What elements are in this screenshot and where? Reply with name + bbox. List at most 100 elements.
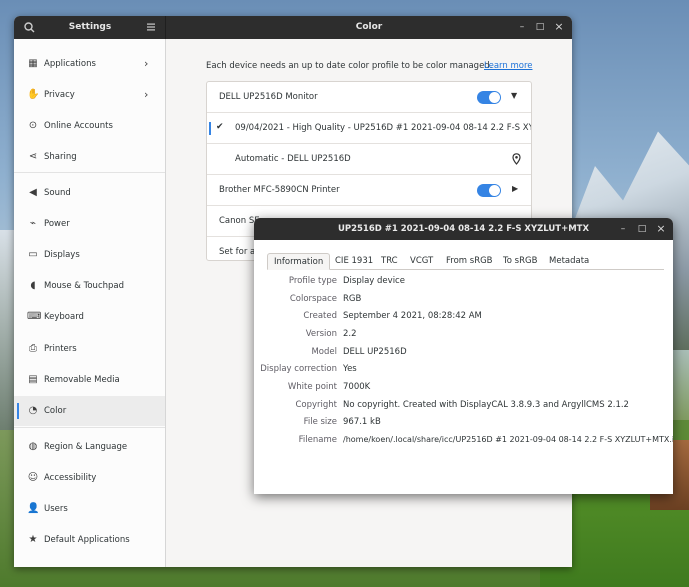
device-row-printer[interactable]: Brother MFC-5890CN Printer ▶ bbox=[207, 175, 531, 206]
info-key: White point bbox=[287, 382, 337, 392]
info-key: Filename bbox=[298, 435, 337, 445]
sidebar-item-label: Printers bbox=[44, 344, 77, 354]
sidebar-item-label: Privacy bbox=[44, 90, 75, 100]
accounts-icon: ⊙ bbox=[28, 120, 38, 131]
settings-titlebar: Settings Color – □ × bbox=[14, 16, 572, 39]
info-key: Display correction bbox=[260, 364, 337, 374]
tab-from-srgb[interactable]: From sRGB bbox=[446, 253, 493, 270]
minimize-button[interactable]: – bbox=[617, 223, 629, 235]
sidebar-item-power[interactable]: ⌁ Power bbox=[14, 209, 165, 239]
maximize-button[interactable]: □ bbox=[534, 21, 546, 33]
accessibility-icon: ☺ bbox=[27, 472, 39, 483]
globe-icon: ◍ bbox=[28, 441, 38, 452]
hamburger-menu-icon[interactable] bbox=[146, 22, 156, 32]
sidebar-item-label: Mouse & Touchpad bbox=[44, 281, 125, 291]
star-icon: ★ bbox=[28, 534, 38, 545]
grid-icon: ▦ bbox=[28, 58, 38, 69]
selection-indicator bbox=[17, 403, 19, 419]
sidebar-item-privacy[interactable]: ✋ Privacy › bbox=[14, 80, 165, 110]
info-value: No copyright. Created with DisplayCAL 3.… bbox=[343, 400, 629, 410]
monitor-toggle[interactable] bbox=[477, 91, 501, 104]
maximize-button[interactable]: □ bbox=[636, 223, 648, 235]
info-key: File size bbox=[303, 417, 337, 427]
sidebar: ▦ Applications › ✋ Privacy › ⊙ Online Ac… bbox=[14, 39, 166, 567]
tab-vcgt[interactable]: VCGT bbox=[410, 253, 433, 270]
hand-icon: ✋ bbox=[27, 89, 40, 100]
sidebar-item-mouse-touchpad[interactable]: ◖ Mouse & Touchpad bbox=[14, 271, 165, 301]
sidebar-item-keyboard[interactable]: ⌨ Keyboard bbox=[14, 302, 165, 332]
sidebar-separator bbox=[14, 172, 165, 173]
chevron-right-icon: › bbox=[144, 57, 149, 70]
device-row-monitor[interactable]: DELL UP2516D Monitor ▼ bbox=[207, 82, 531, 113]
dialog-title: UP2516D #1 2021-09-04 08-14 2.2 F-S XYZL… bbox=[337, 224, 590, 234]
info-value: September 4 2021, 08:28:42 AM bbox=[343, 311, 482, 321]
sidebar-separator bbox=[14, 427, 165, 428]
info-row: Version 2.2 bbox=[254, 326, 673, 343]
sidebar-item-label: Default Applications bbox=[44, 535, 130, 545]
display-icon: ▭ bbox=[28, 249, 38, 260]
tab-to-srgb[interactable]: To sRGB bbox=[503, 253, 537, 270]
learn-more-link[interactable]: Learn more bbox=[484, 61, 532, 71]
sidebar-item-sharing[interactable]: ⋖ Sharing bbox=[14, 142, 165, 172]
sidebar-item-accessibility[interactable]: ☺ Accessibility bbox=[14, 463, 165, 493]
info-key: Profile type bbox=[288, 276, 337, 286]
chevron-right-icon[interactable]: ▶ bbox=[512, 184, 518, 193]
speaker-icon: ◀ bbox=[29, 187, 37, 198]
sidebar-item-label: Online Accounts bbox=[44, 121, 113, 131]
sidebar-item-label: Sound bbox=[44, 188, 71, 198]
dialog-titlebar: UP2516D #1 2021-09-04 08-14 2.2 F-S XYZL… bbox=[254, 218, 673, 240]
page-title: Color bbox=[355, 22, 383, 32]
info-key: Created bbox=[303, 311, 337, 321]
info-key: Version bbox=[305, 329, 337, 339]
info-row: Created September 4 2021, 08:28:42 AM bbox=[254, 308, 673, 325]
info-row: Copyright No copyright. Created with Dis… bbox=[254, 397, 673, 414]
sidebar-item-label: Displays bbox=[44, 250, 80, 260]
sidebar-item-displays[interactable]: ▭ Displays bbox=[14, 240, 165, 270]
printer-toggle[interactable] bbox=[477, 184, 501, 197]
info-value: 7000K bbox=[343, 382, 371, 392]
sidebar-item-applications[interactable]: ▦ Applications › bbox=[14, 49, 165, 79]
sidebar-item-label: Keyboard bbox=[44, 312, 84, 322]
info-row: Display correction Yes bbox=[254, 361, 673, 378]
location-icon bbox=[512, 153, 521, 165]
sidebar-item-label: Sharing bbox=[44, 152, 77, 162]
dialog-tabs: Information CIE 1931 TRC VCGT From sRGB … bbox=[267, 253, 664, 270]
sidebar-item-printers[interactable]: ⎙ Printers bbox=[14, 334, 165, 364]
sidebar-item-label: Power bbox=[44, 219, 70, 229]
keyboard-icon: ⌨ bbox=[27, 311, 42, 322]
sidebar-item-online-accounts[interactable]: ⊙ Online Accounts bbox=[14, 111, 165, 141]
sidebar-item-color[interactable]: ◔ Color bbox=[14, 396, 165, 426]
device-label: DELL UP2516D Monitor bbox=[219, 92, 318, 102]
info-value: Yes bbox=[343, 364, 357, 374]
sidebar-item-label: Removable Media bbox=[44, 375, 120, 385]
close-button[interactable]: × bbox=[553, 21, 565, 33]
check-icon: ✔ bbox=[216, 122, 224, 132]
sidebar-item-users[interactable]: 👤 Users bbox=[14, 494, 165, 524]
info-key: Copyright bbox=[295, 400, 337, 410]
sidebar-item-default-applications[interactable]: ★ Default Applications bbox=[14, 525, 165, 555]
chevron-down-icon[interactable]: ▼ bbox=[511, 91, 517, 100]
profile-label: 09/04/2021 - High Quality - UP2516D #1 2… bbox=[235, 123, 531, 133]
tab-cie-1931[interactable]: CIE 1931 bbox=[335, 253, 373, 270]
selection-indicator bbox=[209, 122, 211, 135]
sidebar-item-removable-media[interactable]: ▤ Removable Media bbox=[14, 365, 165, 395]
media-icon: ▤ bbox=[28, 374, 38, 385]
sidebar-title: Settings bbox=[68, 22, 112, 32]
sidebar-item-region-language[interactable]: ◍ Region & Language bbox=[14, 432, 165, 462]
close-button[interactable]: × bbox=[655, 223, 667, 235]
sidebar-item-label: Users bbox=[44, 504, 68, 514]
tab-metadata[interactable]: Metadata bbox=[549, 253, 589, 270]
profile-row-selected[interactable]: ✔ 09/04/2021 - High Quality - UP2516D #1… bbox=[207, 113, 531, 144]
printer-icon: ⎙ bbox=[29, 343, 37, 354]
info-key: Colorspace bbox=[289, 294, 337, 304]
tab-information[interactable]: Information bbox=[267, 253, 331, 270]
minimize-button[interactable]: – bbox=[516, 21, 528, 33]
sidebar-item-sound[interactable]: ◀ Sound bbox=[14, 178, 165, 208]
device-label: Brother MFC-5890CN Printer bbox=[219, 185, 340, 195]
power-icon: ⌁ bbox=[29, 218, 37, 229]
tab-trc[interactable]: TRC bbox=[381, 253, 398, 270]
info-value: 967.1 kB bbox=[343, 417, 381, 427]
info-value: RGB bbox=[343, 294, 362, 304]
info-key: Model bbox=[311, 347, 337, 357]
profile-row-automatic[interactable]: Automatic - DELL UP2516D bbox=[207, 144, 531, 175]
